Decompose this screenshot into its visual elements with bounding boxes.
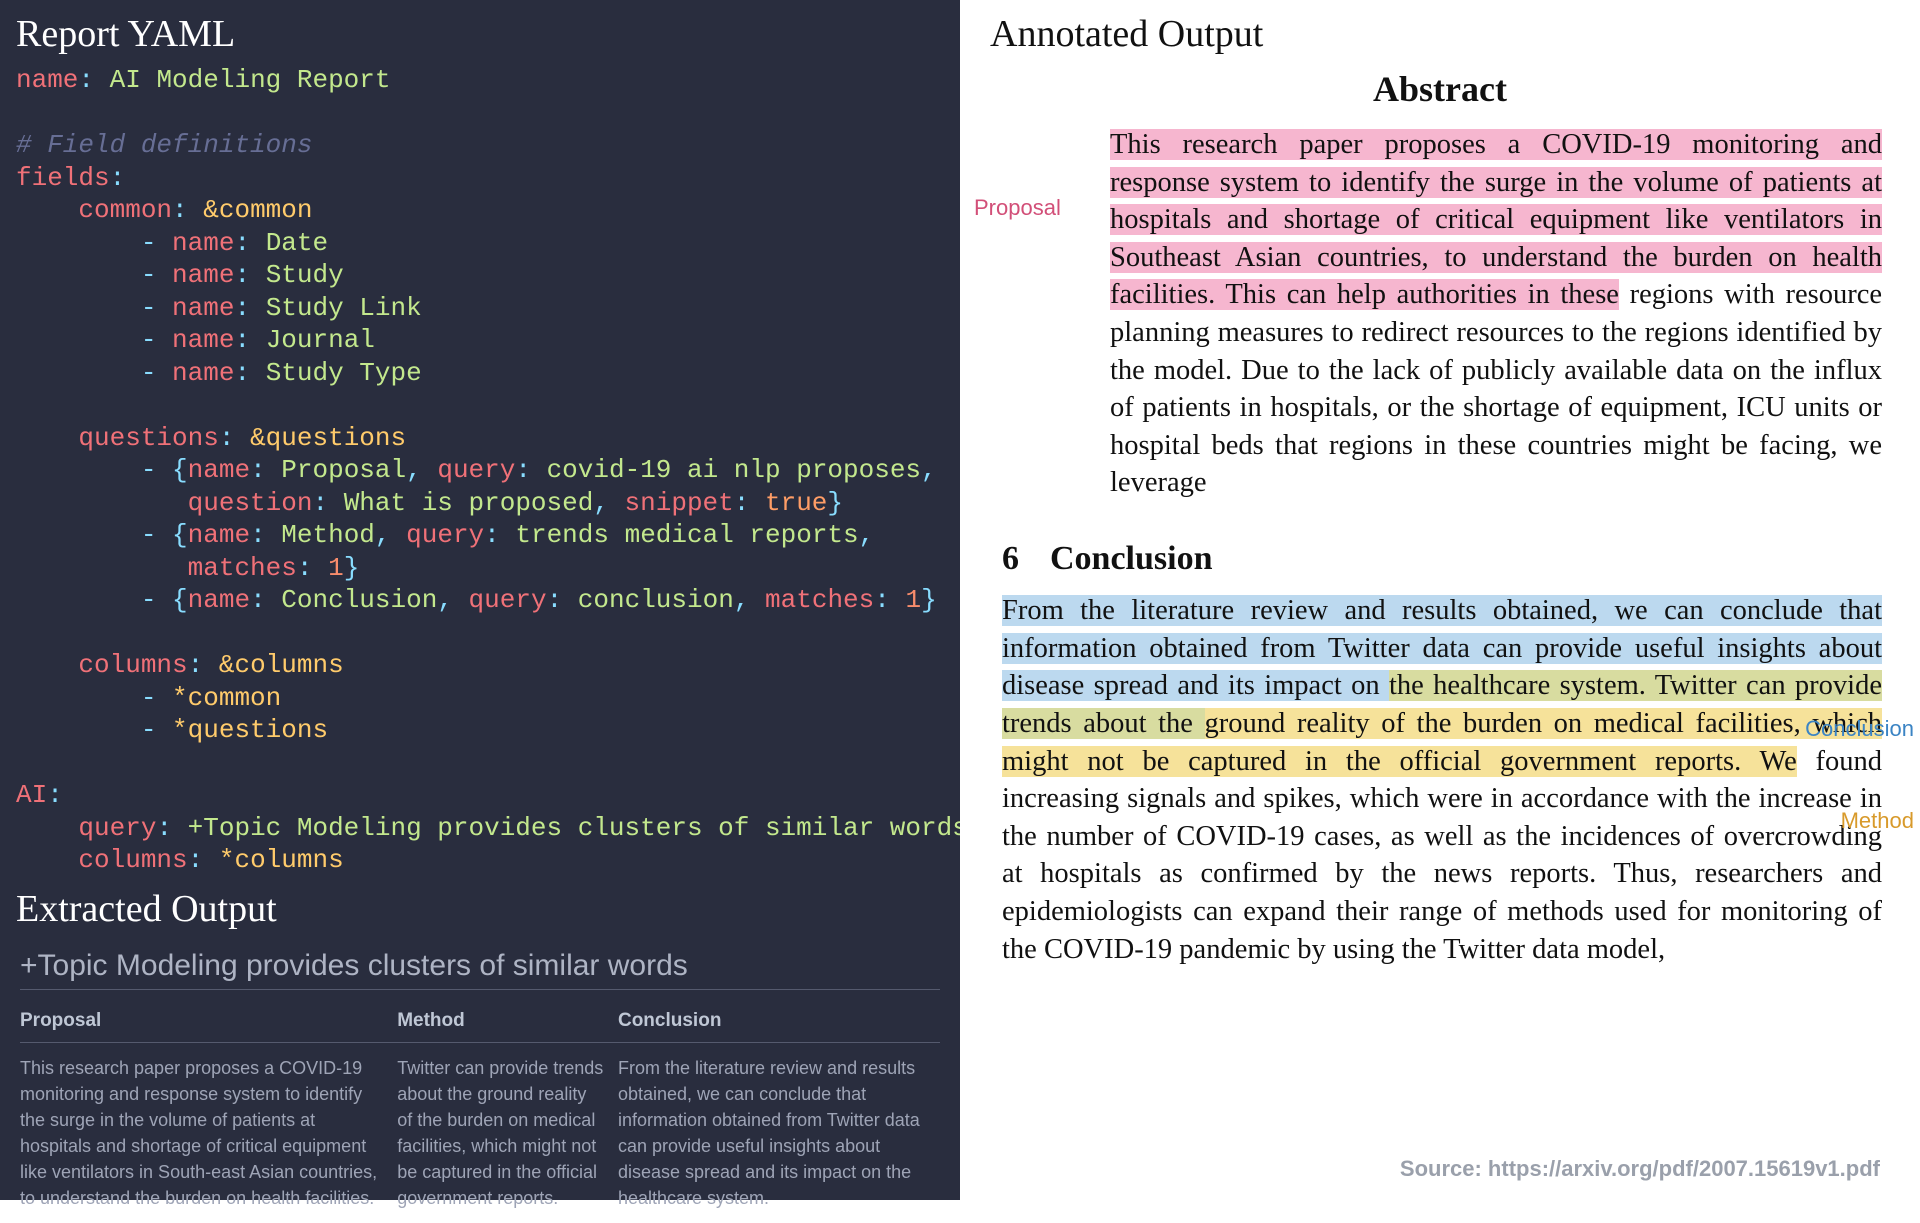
report-yaml-title: Report YAML [0,8,960,64]
abstract-rest: regions with resource planning measures … [1110,279,1882,498]
th-method: Method [397,1000,618,1043]
td-proposal: This research paper proposes a COVID-19 … [20,1042,397,1211]
annotated-output-title: Annotated Output [990,8,1890,64]
table-row: This research paper proposes a COVID-19 … [20,1042,940,1211]
th-conclusion: Conclusion [618,1000,940,1043]
th-proposal: Proposal [20,1000,397,1043]
extracted-heading: +Topic Modeling provides clusters of sim… [20,949,940,990]
conclusion-rest: found increasing signals and spikes, whi… [1002,746,1882,965]
conclusion-body: From the literature review and results o… [1002,592,1882,968]
section-heading: 6Conclusion [1002,540,1890,578]
annotation-label-conclusion: Conclusion [1805,716,1914,742]
yaml-code-block: name: AI Modeling Report # Field definit… [0,64,960,877]
annotation-label-method: Method [1841,808,1914,834]
section-title: Conclusion [1050,540,1213,577]
table-header-row: Proposal Method Conclusion [20,1000,940,1043]
abstract-heading: Abstract [990,68,1890,110]
right-panel: Annotated Output Abstract Proposal This … [960,0,1920,1200]
annotation-label-proposal: Proposal [974,195,1061,221]
extracted-output-title: Extracted Output [0,883,960,939]
source-citation: Source: https://arxiv.org/pdf/2007.15619… [1400,1156,1880,1182]
left-panel: Report YAML name: AI Modeling Report # F… [0,0,960,1200]
abstract-body: This research paper proposes a COVID-19 … [1110,126,1882,502]
section-number: 6 [1002,540,1050,578]
extracted-table: Proposal Method Conclusion This research… [20,1000,940,1212]
td-conclusion: From the literature review and results o… [618,1042,940,1211]
extracted-output-block: +Topic Modeling provides clusters of sim… [0,949,960,1223]
td-method: Twitter can provide trends about the gro… [397,1042,618,1211]
